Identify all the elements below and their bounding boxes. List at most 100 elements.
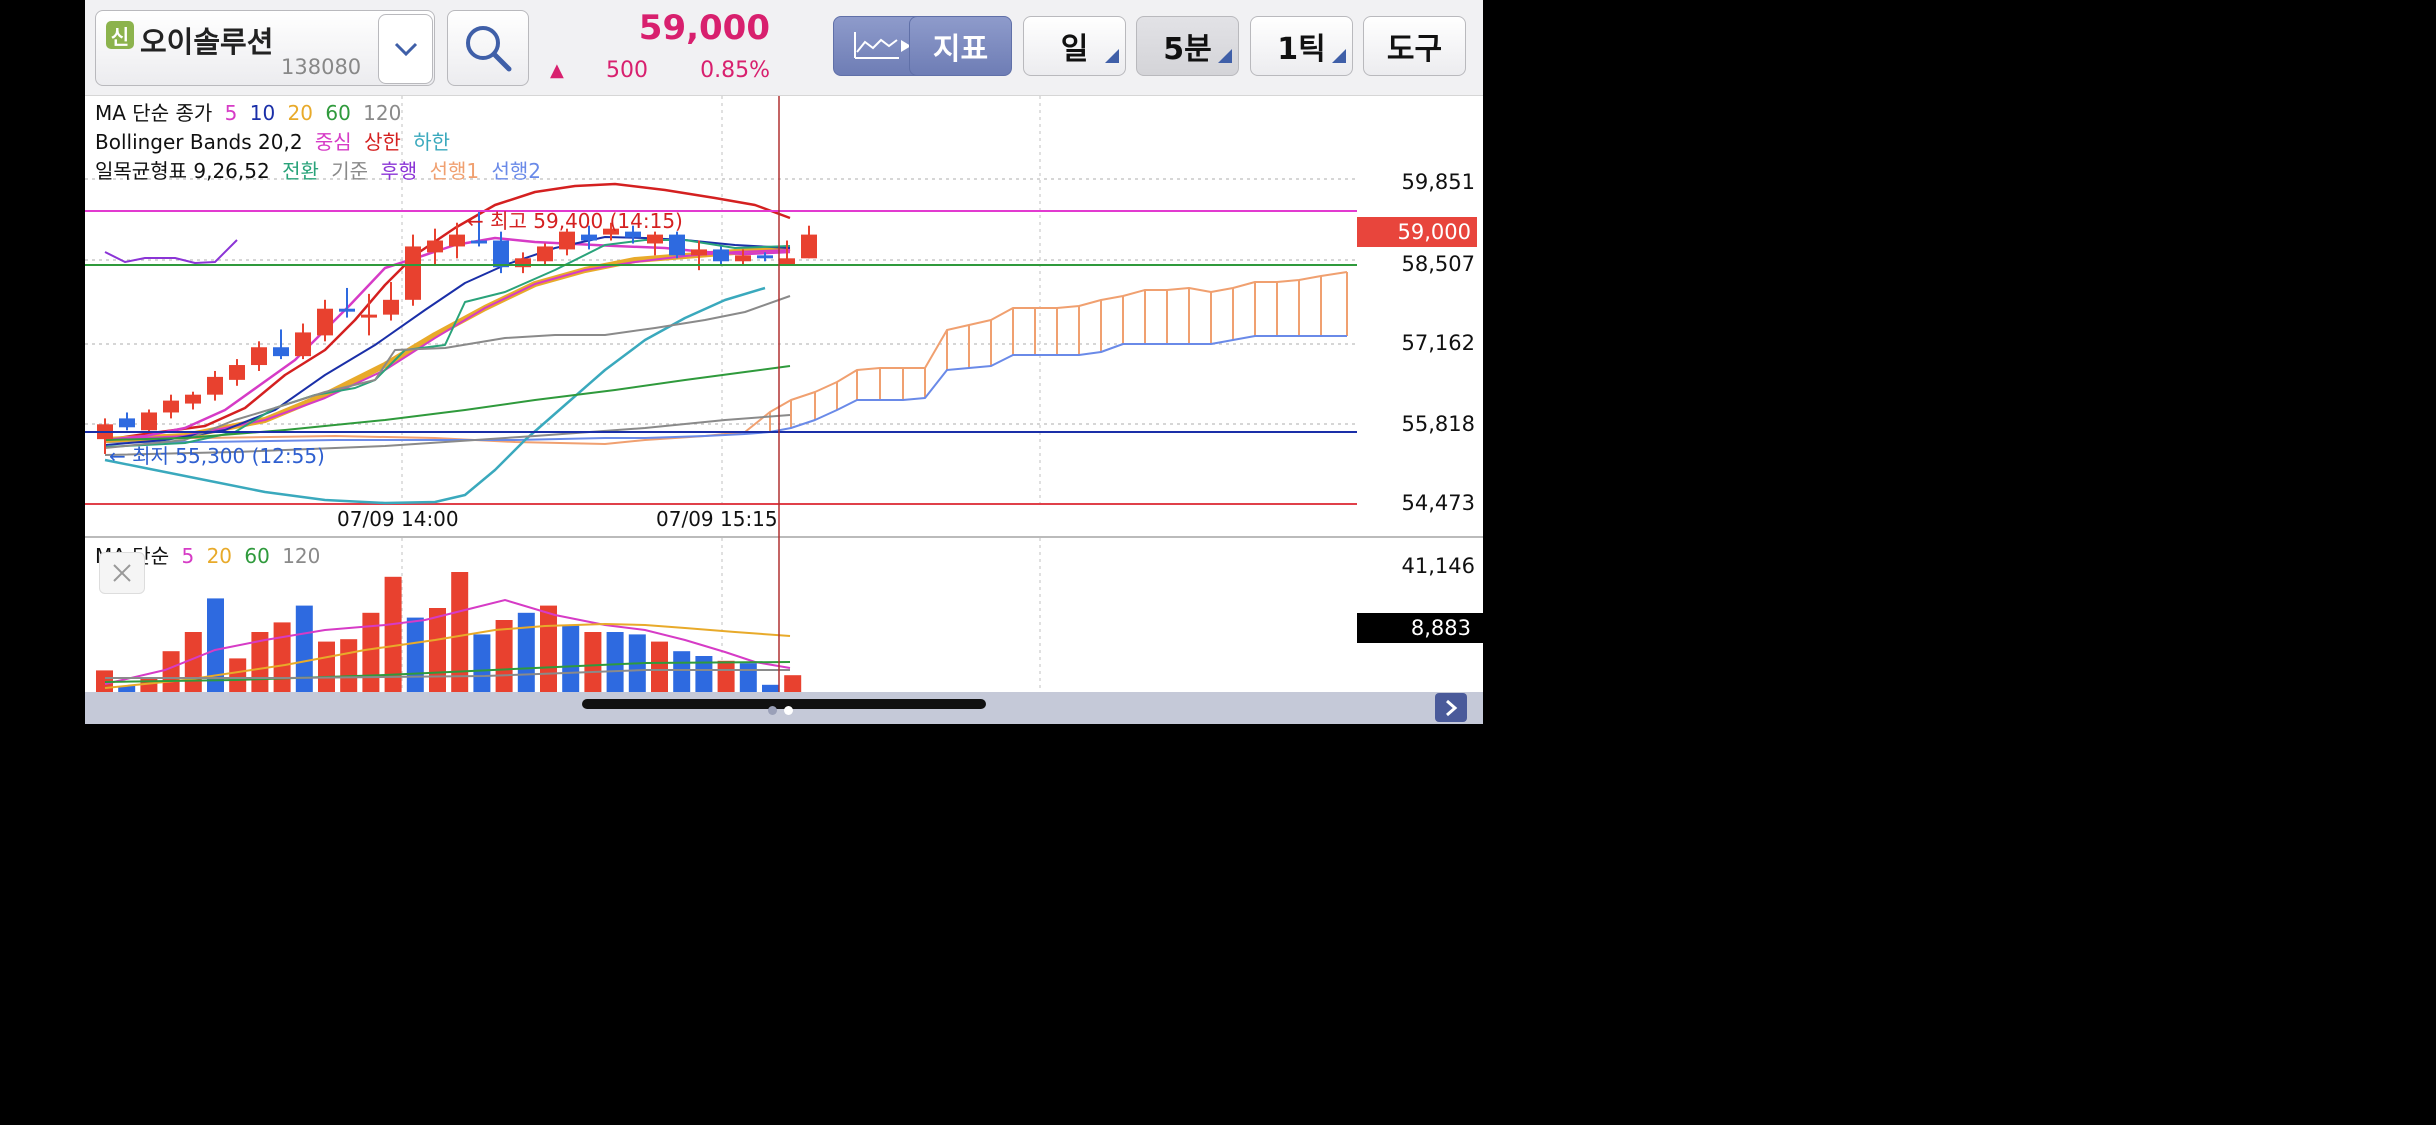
- volume-bar: [162, 651, 180, 692]
- ichimoku-legend-title: 일목균형표 9,26,52: [95, 159, 270, 183]
- interval-label: 5분: [1163, 32, 1212, 67]
- bollinger-lower-line: [104, 286, 766, 505]
- up-arrow-icon: ▲: [550, 60, 564, 81]
- volume-bar: [584, 632, 602, 692]
- ichimoku-base-label: 기준: [331, 159, 369, 183]
- candle-up: [449, 234, 465, 247]
- candle-up: [647, 234, 663, 244]
- volume-bar: [517, 612, 535, 692]
- page-dot: [768, 706, 777, 715]
- period-day-label: 일: [1060, 32, 1089, 67]
- ma-legend: MA 단순 종가 5 10 20 60 120: [95, 97, 401, 126]
- candle-up: [163, 400, 179, 413]
- price-tick: 54,473: [1401, 491, 1475, 515]
- volume-bar: [762, 684, 779, 692]
- candle-down: [471, 240, 487, 244]
- stock-dropdown-button[interactable]: [378, 14, 433, 84]
- candle-down: [493, 240, 509, 268]
- candle-up: [141, 412, 157, 431]
- bb-upper-label: 상한: [364, 130, 401, 154]
- volume-bar: [784, 675, 802, 692]
- time-label: 07/09 15:15: [656, 507, 778, 531]
- low-annotation: ← 최저 55,300 (12:55): [109, 444, 325, 468]
- candlesticks: [97, 210, 817, 454]
- tools-button[interactable]: 도구: [1363, 16, 1466, 76]
- candle-up: [537, 246, 553, 262]
- line-chart-icon: [853, 32, 911, 59]
- leading-span2-line: [744, 335, 1347, 435]
- candle-down: [273, 347, 289, 357]
- candle-up: [251, 347, 267, 366]
- stock-code: 138080: [281, 55, 362, 79]
- ma5-label: 5: [224, 101, 238, 125]
- chevron-right-icon: [1446, 699, 1458, 716]
- indicator-button[interactable]: 지표: [909, 16, 1012, 76]
- volume-bar: [429, 608, 446, 692]
- volume-bar: [318, 641, 335, 692]
- high-annotation: ← 최고 59,400 (14:15): [467, 209, 683, 233]
- candle-down: [669, 234, 685, 256]
- candle-up: [207, 376, 223, 395]
- header-bar: 신 오이솔루션 138080 59,000 ▲ 500 0.85% 지표 일 5…: [85, 0, 1483, 96]
- ichimoku-span2-label: 선행2: [491, 159, 541, 183]
- volume-bar: [606, 632, 624, 692]
- price-tick: 59,851: [1401, 170, 1475, 194]
- candle-up: [801, 234, 817, 259]
- candle-up: [383, 299, 399, 315]
- ichimoku-lag-label: 후행: [380, 159, 418, 183]
- candle-up: [735, 255, 751, 262]
- volume-bar: [473, 634, 491, 692]
- chevron-down-icon: [394, 42, 417, 57]
- vol-ma60-label: 60: [244, 544, 270, 568]
- current-volume-marker: 8,883: [1357, 613, 1483, 643]
- candle-up: [229, 365, 245, 380]
- tick-button[interactable]: 1틱: [1250, 16, 1353, 76]
- vol-ma5-label: 5: [181, 544, 195, 568]
- vol-ma120-label: 120: [282, 544, 321, 568]
- volume-bars: [96, 572, 802, 692]
- candle-up: [317, 308, 333, 336]
- price-tick: 55,818: [1401, 412, 1475, 436]
- corner-triangle-icon: [1218, 49, 1232, 63]
- tick-label: 1틱: [1277, 32, 1326, 67]
- price-tick: 58,507: [1401, 252, 1475, 276]
- current-price: 59,000: [638, 8, 770, 48]
- candle-up: [427, 240, 443, 253]
- candle-up: [405, 246, 421, 300]
- volume-bar: [739, 663, 757, 692]
- chart-grid: [85, 96, 1483, 692]
- volume-bar: [406, 617, 424, 692]
- price-change-pct: 0.85%: [700, 58, 770, 83]
- volume-bar: [295, 605, 313, 692]
- ichimoku-conv-label: 전환: [282, 159, 319, 183]
- price-change: 500: [606, 58, 648, 83]
- volume-bar: [651, 641, 668, 692]
- candle-up: [185, 394, 201, 404]
- candle-down: [757, 255, 773, 259]
- search-icon: [466, 26, 512, 72]
- bollinger-upper-line: [104, 182, 791, 442]
- ma60-label: 60: [325, 101, 351, 125]
- volume-bar: [562, 624, 580, 692]
- price-tick: 57,162: [1401, 331, 1475, 355]
- scroll-right-button[interactable]: [1435, 693, 1467, 722]
- search-button[interactable]: [447, 10, 529, 86]
- time-label: 07/09 14:00: [337, 507, 459, 531]
- page-dot-active: [784, 706, 793, 715]
- chart-overlay: [85, 96, 1357, 692]
- volume-bar: [273, 622, 291, 692]
- corner-triangle-icon: [1332, 49, 1346, 63]
- volume-bar: [229, 658, 247, 692]
- close-icon: [113, 564, 131, 582]
- interval-button[interactable]: 5분: [1136, 16, 1239, 76]
- ma10-label: 10: [249, 101, 276, 125]
- ma-legend-title: MA 단순 종가: [95, 101, 213, 125]
- period-day-button[interactable]: 일: [1023, 16, 1126, 76]
- candle-down: [581, 234, 597, 241]
- candle-up: [559, 231, 575, 250]
- volume-bar: [340, 639, 358, 692]
- close-pane-button[interactable]: [99, 552, 145, 594]
- stock-name: 오이솔루션: [140, 25, 274, 59]
- price-chart[interactable]: [85, 95, 1483, 724]
- candle-up: [361, 314, 377, 318]
